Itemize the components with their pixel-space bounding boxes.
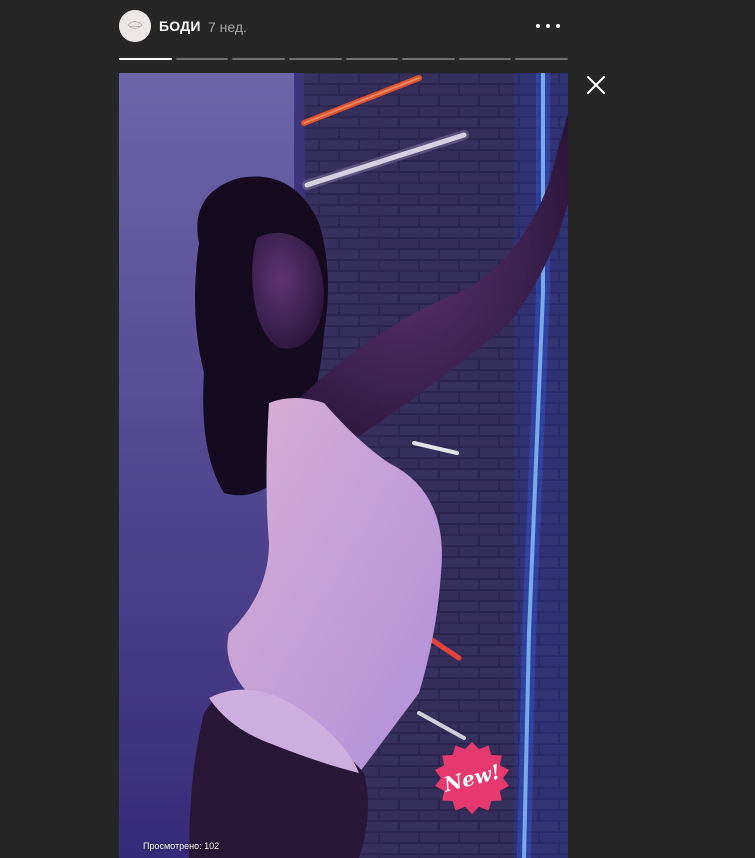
progress-segment [402,58,455,60]
progress-segment [458,58,512,60]
story-viewer: ≈≈≈≈ БОДИ 7 нед. New! Просмотрено: 102 [0,0,755,858]
story-timestamp: 7 нед. [208,19,247,35]
story-header: ≈≈≈≈ БОДИ 7 нед. [119,10,568,46]
views-count[interactable]: Просмотрено: 102 [143,841,219,851]
more-horizontal-icon-dot [546,24,550,28]
svg-text:≈≈≈≈: ≈≈≈≈ [130,25,141,29]
close-icon [587,76,605,94]
avatar[interactable]: ≈≈≈≈ [119,10,151,42]
progress-segment [119,58,172,60]
progress-segment-fill [119,58,172,60]
more-options-button[interactable] [536,16,560,36]
story-progress-bar [119,58,568,60]
progress-segment [345,58,399,60]
close-button[interactable] [584,73,608,97]
progress-segment [515,58,568,60]
story-username[interactable]: БОДИ [159,18,201,34]
more-horizontal-icon [536,24,540,28]
new-sticker: New! [430,738,514,818]
progress-segment [175,58,229,60]
brand-logo-icon: ≈≈≈≈ [119,10,151,42]
progress-segment [288,58,342,60]
more-horizontal-icon-dot [556,24,560,28]
progress-segment [232,58,285,60]
